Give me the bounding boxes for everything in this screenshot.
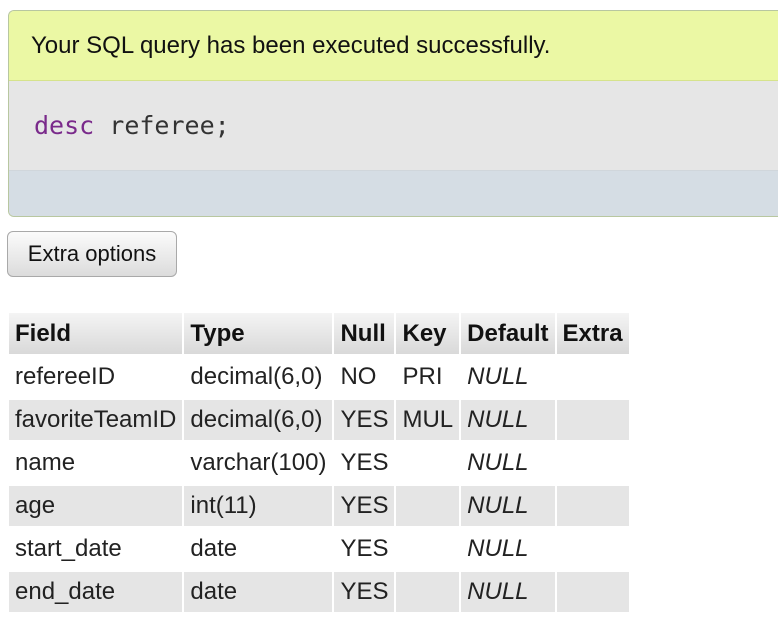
cell-type: varchar(100) xyxy=(184,443,333,483)
cell-extra xyxy=(556,486,629,526)
cell-field: start_date xyxy=(9,529,183,569)
table-row: refereeID decimal(6,0) NO PRI NULL xyxy=(9,357,629,397)
cell-key: MUL xyxy=(396,400,460,440)
table-row: favoriteTeamID decimal(6,0) YES MUL NULL xyxy=(9,400,629,440)
cell-default: NULL xyxy=(461,486,555,526)
cell-default: NULL xyxy=(461,357,555,397)
cell-extra xyxy=(556,357,629,397)
query-result-panel: Your SQL query has been executed success… xyxy=(8,10,778,217)
table-header-row: Field Type Null Key Default Extra xyxy=(9,313,629,354)
cell-type: date xyxy=(184,529,333,569)
column-header-field[interactable]: Field xyxy=(9,313,183,354)
cell-null: YES xyxy=(334,400,395,440)
cell-extra xyxy=(556,572,629,612)
cell-field: favoriteTeamID xyxy=(9,400,183,440)
cell-field: age xyxy=(9,486,183,526)
column-header-key[interactable]: Key xyxy=(396,313,460,354)
cell-extra xyxy=(556,443,629,483)
cell-type: int(11) xyxy=(184,486,333,526)
cell-field: name xyxy=(9,443,183,483)
cell-key xyxy=(396,443,460,483)
cell-null: YES xyxy=(334,486,395,526)
cell-default: NULL xyxy=(461,572,555,612)
cell-field: end_date xyxy=(9,572,183,612)
column-header-default[interactable]: Default xyxy=(461,313,555,354)
cell-type: decimal(6,0) xyxy=(184,357,333,397)
cell-extra xyxy=(556,400,629,440)
column-header-type[interactable]: Type xyxy=(184,313,333,354)
sql-query-text: referee; xyxy=(94,111,230,140)
cell-default: NULL xyxy=(461,443,555,483)
column-header-null[interactable]: Null xyxy=(334,313,395,354)
cell-key xyxy=(396,572,460,612)
table-row: age int(11) YES NULL xyxy=(9,486,629,526)
cell-type: date xyxy=(184,572,333,612)
cell-null: NO xyxy=(334,357,395,397)
cell-null: YES xyxy=(334,529,395,569)
cell-null: YES xyxy=(334,443,395,483)
cell-extra xyxy=(556,529,629,569)
cell-key xyxy=(396,529,460,569)
table-row: end_date date YES NULL xyxy=(9,572,629,612)
cell-default: NULL xyxy=(461,400,555,440)
column-header-extra[interactable]: Extra xyxy=(556,313,629,354)
cell-field: refereeID xyxy=(9,357,183,397)
extra-options-button[interactable]: Extra options xyxy=(7,231,177,277)
cell-default: NULL xyxy=(461,529,555,569)
sql-box-footer xyxy=(9,170,778,216)
cell-key: PRI xyxy=(396,357,460,397)
cell-null: YES xyxy=(334,572,395,612)
success-message: Your SQL query has been executed success… xyxy=(9,11,778,81)
cell-key xyxy=(396,486,460,526)
result-table: Field Type Null Key Default Extra refere… xyxy=(7,310,631,615)
table-row: name varchar(100) YES NULL xyxy=(9,443,629,483)
table-row: start_date date YES NULL xyxy=(9,529,629,569)
sql-query-display[interactable]: desc referee; xyxy=(9,81,778,170)
sql-keyword: desc xyxy=(34,111,95,140)
cell-type: decimal(6,0) xyxy=(184,400,333,440)
